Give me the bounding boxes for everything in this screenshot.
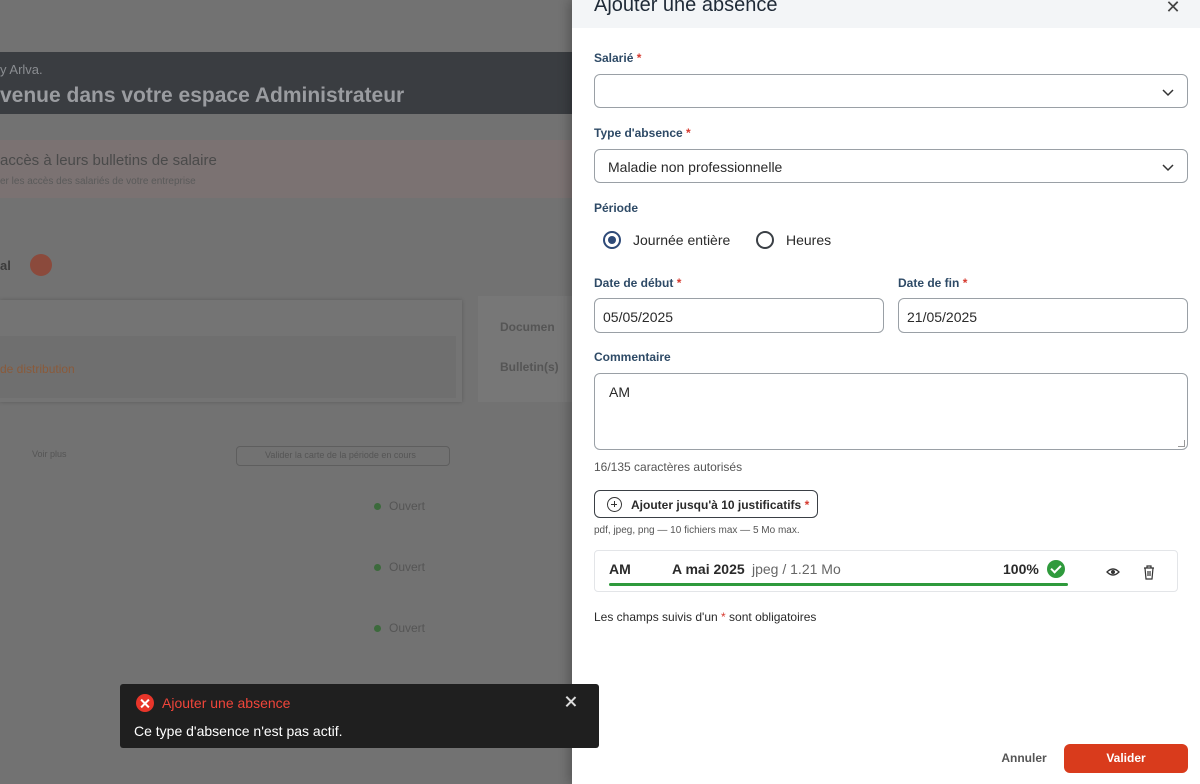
bg-status-label: Ouvert xyxy=(389,560,426,574)
status-dot-icon xyxy=(374,503,381,511)
file-format-hint: pdf, jpeg, png — 10 fichiers max — 5 Mo … xyxy=(594,525,800,536)
bg-alert-title: accès à leurs bulletins de salaire xyxy=(0,152,217,169)
comment-textarea[interactable]: AM xyxy=(594,373,1188,450)
plus-circle-icon xyxy=(607,497,622,512)
employee-select[interactable] xyxy=(594,74,1188,108)
toast-close-icon[interactable] xyxy=(564,695,578,709)
end-date-label: Date de fin * xyxy=(898,276,967,290)
mandatory-fields-note: Les champs suivis d'un * sont obligatoir… xyxy=(594,610,816,624)
required-star: * xyxy=(636,51,642,65)
bg-card: de distribution xyxy=(0,300,462,402)
status-dot-icon xyxy=(374,564,381,572)
bg-header-sub: y Arlva. xyxy=(0,62,43,77)
start-date-label: Date de début * xyxy=(594,276,681,290)
absence-type-label-text: Type d'absence xyxy=(594,126,683,140)
end-date-value: 21/05/2025 xyxy=(907,309,978,325)
employee-label: Salarié * xyxy=(594,51,641,65)
required-star: * xyxy=(804,498,810,512)
bg-alert-text: er les accès des salariés de votre entre… xyxy=(0,176,196,187)
bg-status-item: Ouvert xyxy=(374,560,425,574)
start-date-label-text: Date de début xyxy=(594,276,674,290)
toast-message: Ce type d'absence n'est pas actif. xyxy=(134,723,343,739)
trash-icon[interactable] xyxy=(1142,564,1156,580)
resize-handle-icon[interactable] xyxy=(1178,440,1185,447)
background-page: y Arlva. venue dans votre espace Adminis… xyxy=(0,0,572,784)
bg-documents-card: Documen Bulletin(s) xyxy=(478,296,572,402)
bg-card-link: de distribution xyxy=(0,362,75,376)
bg-documents-item: Bulletin(s) xyxy=(500,360,559,374)
error-circle-icon xyxy=(136,694,154,712)
bg-status-label: Ouvert xyxy=(389,499,426,513)
absence-type-label: Type d'absence * xyxy=(594,126,691,140)
comment-value: AM xyxy=(609,384,630,400)
bg-tab-label: al xyxy=(0,258,11,273)
radio-hours-label: Heures xyxy=(786,232,832,248)
required-star: * xyxy=(962,276,968,290)
absence-type-select[interactable]: Maladie non professionnelle xyxy=(594,149,1188,183)
end-date-input[interactable]: 21/05/2025 xyxy=(898,298,1188,333)
bg-validate-period-button: Valider la carte de la période en cours xyxy=(236,446,450,466)
bg-alert: accès à leurs bulletins de salaire er le… xyxy=(0,140,572,198)
start-date-value: 05/05/2025 xyxy=(603,309,674,325)
attachment-date: A mai 2025 xyxy=(672,561,745,577)
bg-status-label: Ouvert xyxy=(389,621,426,635)
bg-header: y Arlva. venue dans votre espace Adminis… xyxy=(0,52,572,114)
bg-status-item: Ouvert xyxy=(374,621,425,635)
radio-unchecked-icon xyxy=(756,231,774,249)
eye-icon[interactable] xyxy=(1106,565,1120,579)
check-circle-icon xyxy=(1047,560,1065,578)
employee-label-text: Salarié xyxy=(594,51,634,65)
end-date-label-text: Date de fin xyxy=(898,276,960,290)
absence-type-value: Maladie non professionnelle xyxy=(608,159,783,175)
bg-see-more: Voir plus xyxy=(32,449,67,459)
drawer-title: Ajouter une absence xyxy=(594,0,778,16)
add-attachments-label: Ajouter jusqu'à 10 justificatifs * xyxy=(631,498,809,512)
radio-hours[interactable]: Heures xyxy=(756,231,846,251)
error-toast: Ajouter une absence Ce type d'absence n'… xyxy=(120,684,599,748)
upload-progress-fill xyxy=(609,583,1068,586)
period-label: Période xyxy=(594,201,639,215)
comment-label: Commentaire xyxy=(594,350,671,364)
attachment-name: AM xyxy=(609,561,631,577)
cancel-button[interactable]: Annuler xyxy=(982,744,1066,772)
bg-count-badge xyxy=(30,254,52,276)
attachment-meta: jpeg / 1.21 Mo xyxy=(752,561,841,577)
radio-checked-icon xyxy=(603,231,621,249)
chevron-down-icon xyxy=(1162,89,1174,97)
comment-char-counter: 16/135 caractères autorisés xyxy=(594,460,743,474)
validate-button[interactable]: Valider xyxy=(1064,744,1188,773)
drawer-header: Ajouter une absence ✕ xyxy=(572,0,1200,28)
bg-header-title: venue dans votre espace Administrateur xyxy=(0,84,405,107)
required-star: * xyxy=(686,126,691,140)
required-star: * xyxy=(676,276,682,290)
radio-full-day[interactable]: Journée entière xyxy=(603,231,743,251)
add-attachments-text: Ajouter jusqu'à 10 justificatifs xyxy=(631,498,802,512)
bg-documents-title: Documen xyxy=(500,320,555,334)
required-star: * xyxy=(721,610,726,624)
add-attachments-button[interactable]: Ajouter jusqu'à 10 justificatifs * xyxy=(594,490,818,518)
radio-full-day-label: Journée entière xyxy=(633,232,731,248)
mandatory-note-suffix: sont obligatoires xyxy=(729,610,817,624)
bg-status-item: Ouvert xyxy=(374,499,425,513)
upload-progress-bar xyxy=(609,583,1068,586)
status-dot-icon xyxy=(374,625,381,633)
close-icon[interactable]: ✕ xyxy=(1164,0,1182,16)
chevron-down-icon xyxy=(1162,164,1174,172)
start-date-input[interactable]: 05/05/2025 xyxy=(594,298,884,333)
upload-progress-label: 100% xyxy=(1003,561,1039,577)
toast-title: Ajouter une absence xyxy=(162,695,291,711)
mandatory-note-prefix: Les champs suivis d'un xyxy=(594,610,718,624)
attachment-row: AM A mai 2025 jpeg / 1.21 Mo 100% xyxy=(594,550,1178,592)
add-absence-drawer: Ajouter une absence ✕ Salarié * Type d'a… xyxy=(572,0,1200,784)
